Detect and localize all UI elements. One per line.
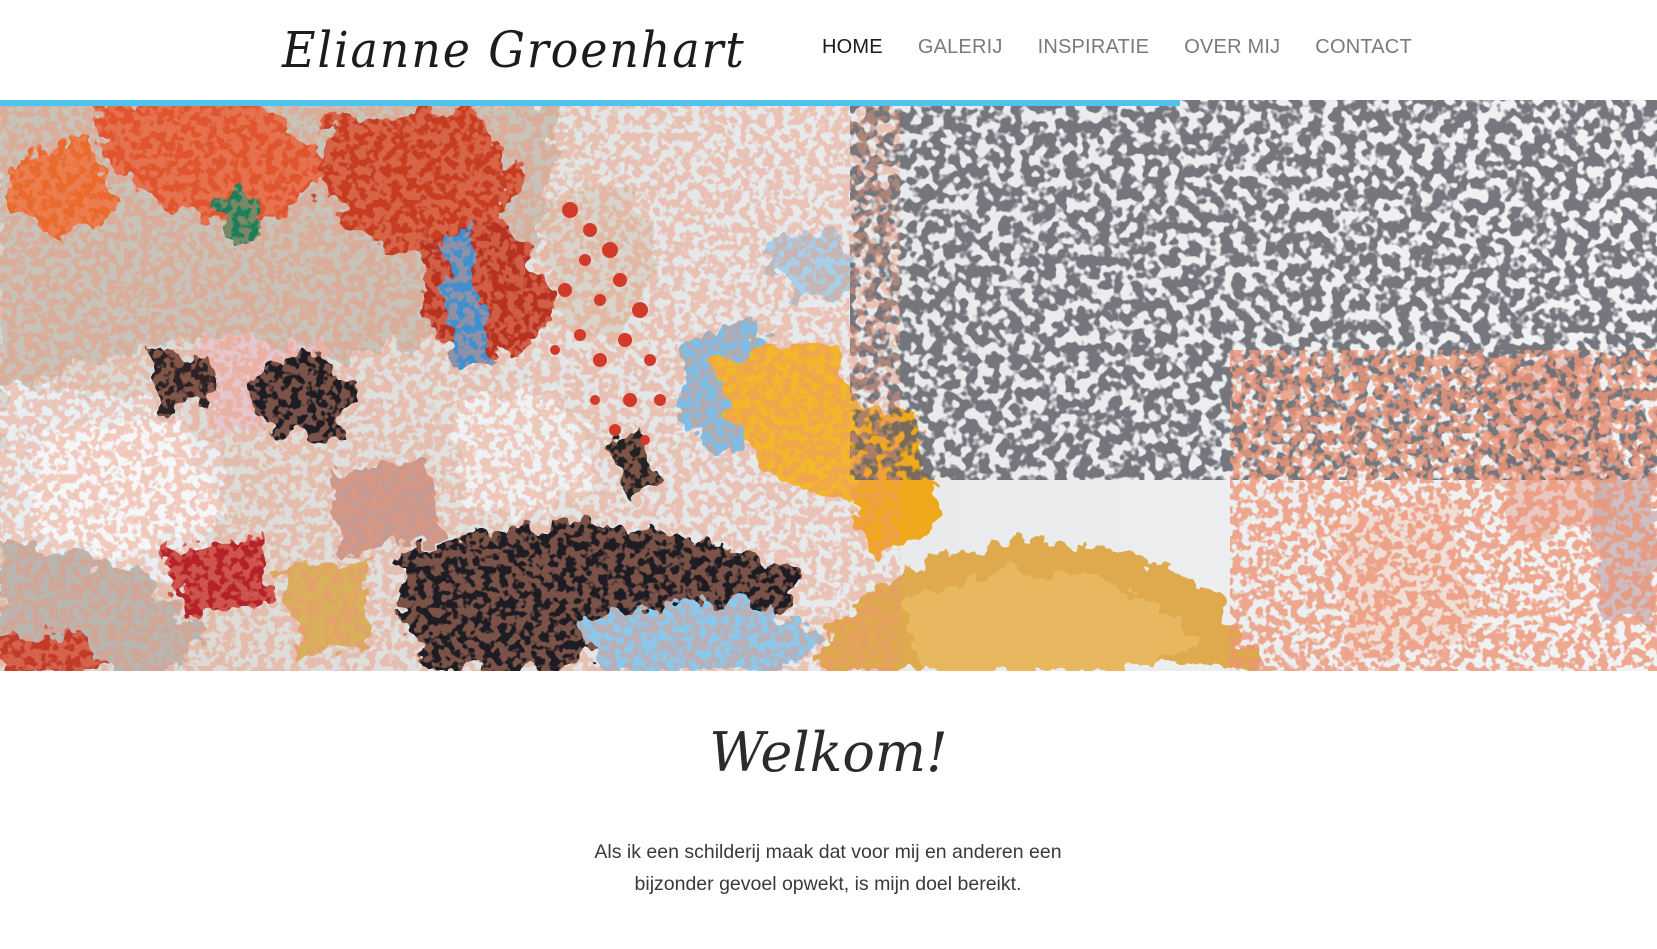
main-nav: HOME GALERIJ INSPIRATIE OVER MIJ CONTACT <box>822 36 1447 59</box>
nav-item-home[interactable]: HOME <box>822 36 883 59</box>
main-content: Welkom! Als ik een schilderij maak dat v… <box>0 671 1657 949</box>
hero-painting-svg <box>0 100 1657 671</box>
site-logo[interactable]: Elianne Groenhart <box>282 12 746 88</box>
nav-item-inspiratie[interactable]: INSPIRATIE <box>1038 36 1150 59</box>
page-title: Welkom! <box>709 721 948 784</box>
nav-item-over-mij[interactable]: OVER MIJ <box>1184 36 1280 59</box>
nav-item-galerij[interactable]: GALERIJ <box>918 36 1003 59</box>
hero-painting-image <box>0 100 1657 671</box>
intro-paragraph: Als ik een schilderij maak dat voor mij … <box>594 841 1062 895</box>
site-header: Elianne Groenhart HOME GALERIJ INSPIRATI… <box>0 0 1657 100</box>
nav-item-contact[interactable]: CONTACT <box>1315 36 1412 59</box>
scroll-progress-bar <box>0 100 1180 106</box>
